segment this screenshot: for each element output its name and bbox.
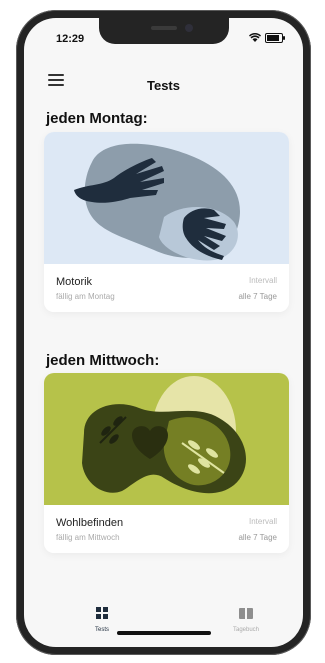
status-time: 12:29 — [56, 33, 85, 45]
motorik-illustration — [44, 132, 289, 264]
tab-bar: Tests Tagebuch — [24, 588, 303, 647]
status-icons — [249, 33, 285, 43]
tab-tagebuch[interactable]: Tagebuch — [216, 606, 276, 633]
tab-tests[interactable]: Tests — [72, 606, 132, 633]
top-bar: Tests — [24, 58, 303, 93]
section-title-wednesday: jeden Mittwoch: — [46, 352, 160, 369]
test-card-motorik[interactable]: Motorik fällig am Montag Intervall alle … — [44, 132, 289, 312]
battery-icon — [265, 33, 285, 43]
notch — [99, 18, 229, 44]
book-icon — [239, 608, 253, 619]
card-title: Motorik — [56, 276, 93, 288]
page-title: Tests — [147, 78, 180, 93]
card-title: Wohlbefinden — [56, 517, 124, 529]
phone-frame: 12:29 Tests jeden Montag: Motorik fällig… — [16, 10, 311, 655]
test-card-wohlbefinden[interactable]: Wohlbefinden fällig am Mittwoch Interval… — [44, 373, 289, 553]
card-info: Wohlbefinden fällig am Mittwoch Interval… — [44, 505, 289, 553]
app-screen: 12:29 Tests jeden Montag: Motorik fällig… — [24, 18, 303, 647]
interval-label: Intervall — [248, 517, 277, 526]
grid-icon — [96, 607, 108, 619]
wohlbefinden-illustration — [44, 373, 289, 505]
section-title-monday: jeden Montag: — [46, 110, 148, 127]
card-due-date: fällig am Mittwoch — [56, 533, 120, 542]
tab-label: Tagebuch — [232, 627, 260, 633]
interval-value: alle 7 Tage — [238, 292, 277, 301]
wifi-icon — [249, 33, 261, 42]
front-camera — [185, 24, 193, 32]
card-info: Motorik fällig am Montag Intervall alle … — [44, 264, 289, 312]
interval-value: alle 7 Tage — [238, 533, 277, 542]
speaker — [151, 26, 177, 30]
interval-label: Intervall — [248, 276, 277, 285]
card-due-date: fällig am Montag — [56, 292, 115, 301]
home-indicator — [117, 631, 211, 635]
